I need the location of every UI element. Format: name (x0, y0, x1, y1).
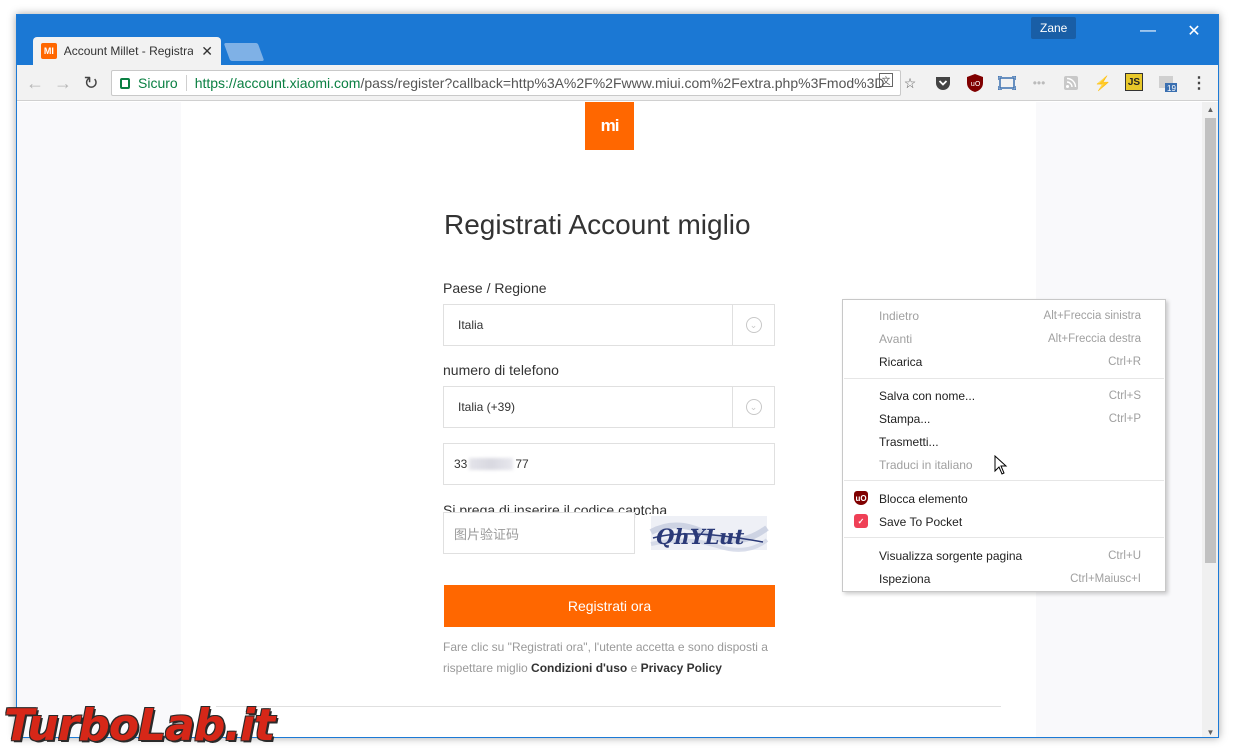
rss-icon[interactable] (1061, 73, 1081, 93)
phone-number-start: 33 (454, 457, 468, 471)
title-bar: MI Account Millet - Registra ✕ Zane — ✕ (17, 15, 1218, 65)
captcha-image[interactable]: QhYLut (647, 514, 771, 556)
scroll-thumb[interactable] (1205, 118, 1216, 563)
page-title: Registrati Account miglio (444, 209, 751, 240)
phone-label: numero di telefono (443, 362, 559, 378)
menu-separator (844, 480, 1164, 481)
calendar-badge: 19 (1167, 84, 1176, 93)
privacy-link[interactable]: Privacy Policy (641, 661, 722, 675)
tab-active[interactable]: MI Account Millet - Registra ✕ (33, 37, 221, 65)
svg-text:uO: uO (971, 80, 981, 88)
menu-item-back[interactable]: Indietro Alt+Freccia sinistra (843, 304, 1165, 327)
tab-title: Account Millet - Registra (63, 44, 194, 58)
vertical-scrollbar[interactable]: ▲ ▼ (1202, 102, 1218, 737)
reload-icon[interactable]: ↻ (79, 71, 103, 95)
javascript-extension-icon[interactable]: JS (1125, 73, 1143, 91)
register-button[interactable]: Registrati ora (444, 585, 775, 627)
bolt-icon[interactable]: ⚡ (1093, 73, 1113, 93)
lock-icon (120, 77, 130, 89)
close-window-icon[interactable]: ✕ (1171, 19, 1217, 43)
back-arrow-icon[interactable]: ← (23, 71, 47, 95)
ublock-icon[interactable]: uO (965, 73, 985, 93)
terms-text: Fare clic su "Registrati ora", l'utente … (443, 637, 783, 679)
menu-item-view-source[interactable]: Visualizza sorgente pagina Ctrl+U (843, 544, 1165, 567)
watermark-logo: TurboLab.it (4, 700, 275, 751)
phone-prefix-dropdown-toggle[interactable]: ⌄ (732, 387, 774, 427)
pocket-icon[interactable] (933, 73, 953, 93)
calendar-icon[interactable]: 19 (1157, 73, 1177, 93)
captcha-input[interactable]: 图片验证码 (443, 512, 635, 554)
scroll-up-icon[interactable]: ▲ (1202, 102, 1218, 116)
menu-separator (844, 537, 1164, 538)
country-value: Italia (458, 318, 484, 332)
menu-item-print[interactable]: Stampa... Ctrl+P (843, 407, 1165, 430)
chevron-down-icon: ⌄ (745, 317, 762, 333)
pocket-icon: ✓ (854, 514, 868, 528)
address-bar[interactable]: Sicuro https://account.xiaomi.com/pass/r… (111, 70, 901, 96)
security-label: Sicuro (138, 75, 178, 91)
translate-icon[interactable]: 文 (879, 73, 893, 87)
star-icon[interactable]: ☆ (901, 74, 919, 92)
min (1125, 19, 1171, 43)
chevron-down-icon: ⌄ (745, 399, 762, 415)
profile-button[interactable]: Zane (1031, 17, 1077, 39)
mi-logo[interactable]: mi (585, 102, 634, 150)
country-select[interactable]: Italia ⌄ (443, 304, 775, 346)
terms-link[interactable]: Condizioni d'uso (531, 661, 627, 675)
new-tab-button[interactable] (223, 43, 265, 61)
screen-capture-icon[interactable] (997, 73, 1017, 93)
forward-arrow-icon[interactable]: → (51, 71, 75, 95)
phone-number-end: 77 (515, 457, 529, 471)
url-host: https://account.xiaomi.com (194, 75, 361, 91)
menu-item-forward[interactable]: Avanti Alt+Freccia destra (843, 327, 1165, 350)
footer-divider (216, 706, 1001, 707)
menu-item-save-as[interactable]: Salva con nome... Ctrl+S (843, 384, 1165, 407)
country-label: Paese / Regione (443, 280, 547, 296)
mouse-cursor-icon (994, 454, 1008, 480)
ublock-icon: uO (854, 491, 868, 505)
phone-number-redacted (469, 458, 514, 470)
menu-item-save-to-pocket[interactable]: ✓ Save To Pocket (843, 510, 1165, 533)
url-path: /pass/register?callback=http%3A%2F%2Fwww… (360, 75, 885, 91)
menu-item-inspect[interactable]: Ispeziona Ctrl+Maiusc+I (843, 567, 1165, 590)
menu-item-cast[interactable]: Trasmetti... (843, 430, 1165, 453)
country-dropdown-toggle[interactable]: ⌄ (732, 305, 774, 345)
terms-and: e (630, 661, 638, 675)
phone-number-input[interactable]: 33 77 (443, 443, 775, 485)
more-dots-icon[interactable]: ••• (1029, 73, 1049, 93)
context-menu: Indietro Alt+Freccia sinistra Avanti Alt… (842, 299, 1166, 592)
menu-kebab-icon[interactable]: ⋮ (1189, 73, 1209, 93)
scroll-down-icon[interactable]: ▼ (1202, 725, 1218, 737)
tab-close-icon[interactable]: ✕ (201, 43, 213, 60)
menu-item-block-element[interactable]: uO Blocca elemento (843, 487, 1165, 510)
phone-prefix-select[interactable]: Italia (+39) ⌄ (443, 386, 775, 428)
menu-separator (844, 378, 1164, 379)
separator (185, 75, 187, 91)
phone-prefix-value: Italia (+39) (458, 400, 516, 414)
mi-favicon-icon: MI (41, 43, 57, 59)
browser-toolbar: ← → ↻ Sicuro https://account.xiaomi.com /… (17, 65, 1218, 101)
menu-item-reload[interactable]: Ricarica Ctrl+R (843, 350, 1165, 373)
